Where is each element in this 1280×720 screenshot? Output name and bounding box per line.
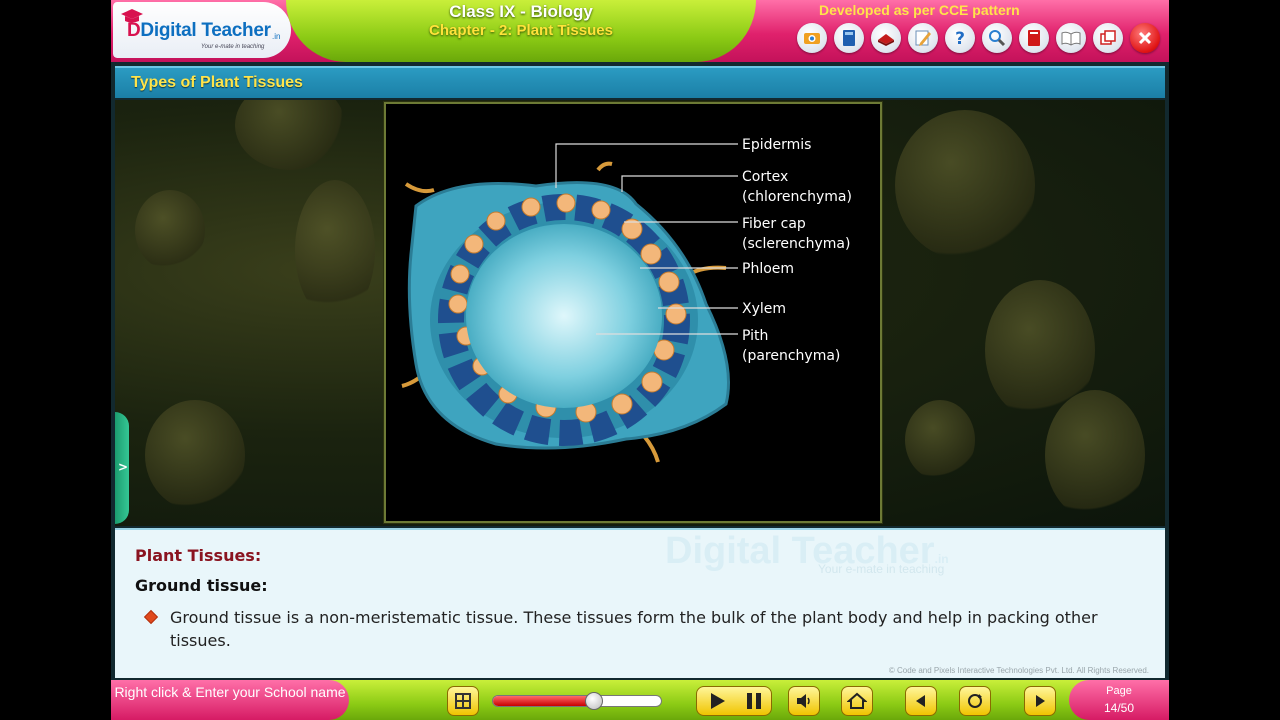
background-cell — [235, 100, 345, 170]
open-book-icon — [1061, 31, 1081, 46]
play-icon[interactable] — [699, 687, 737, 715]
label-pith-sub: (parenchyma) — [742, 348, 841, 364]
window-icon — [1100, 30, 1116, 45]
progress-knob[interactable] — [585, 692, 603, 710]
pencil-icon — [915, 30, 931, 46]
window-button[interactable] — [1093, 23, 1123, 53]
home-icon — [847, 692, 867, 709]
panel-subheading: Ground tissue: — [135, 576, 268, 595]
header-bar: DDigital Teacher .in Your e-mate in teac… — [111, 0, 1169, 62]
next-icon — [1036, 695, 1045, 707]
label-phloem: Phloem — [742, 261, 795, 277]
help-icon: ? — [955, 29, 965, 48]
next-button[interactable] — [1024, 686, 1056, 716]
previous-icon — [916, 695, 925, 707]
close-icon — [1138, 31, 1152, 45]
brand-logo: DDigital Teacher .in Your e-mate in teac… — [113, 2, 291, 58]
volume-button[interactable] — [788, 686, 820, 716]
close-button[interactable] — [1130, 23, 1160, 53]
book-icon — [843, 30, 855, 46]
section-bar: Types of Plant Tissues — [115, 66, 1165, 98]
list-icon — [455, 693, 471, 709]
footer-bar: Right click & Enter your School name Pag… — [111, 680, 1169, 720]
home-button[interactable] — [841, 686, 873, 716]
background-cell — [295, 180, 375, 320]
reader-button[interactable] — [1056, 23, 1086, 53]
label-cortex-sub: (chlorenchyma) — [742, 189, 852, 205]
stem-cross-section-figure: Epidermis Cortex (chlorenchyma) Fiber ca… — [384, 102, 882, 523]
help-button[interactable]: ? — [945, 23, 975, 53]
camera-button[interactable] — [797, 23, 827, 53]
label-cortex: Cortex — [742, 169, 789, 185]
camera-icon — [804, 33, 820, 44]
background-cell — [895, 110, 1035, 260]
course-title: Class IX - Biology — [449, 2, 593, 21]
watermark-tagline: Your e-mate in teaching — [818, 562, 945, 576]
page-indicator: Page 14/50 — [1069, 680, 1169, 720]
speaker-icon — [797, 694, 810, 708]
svg-text:?: ? — [955, 29, 965, 48]
background-cell — [145, 400, 245, 510]
label-fiber-cap-sub: (sclerenchyma) — [742, 236, 851, 252]
label-pith: Pith — [742, 328, 769, 344]
school-name-field[interactable]: Right click & Enter your School name — [111, 680, 349, 720]
side-tab-arrow: > — [118, 460, 129, 474]
search-icon — [989, 30, 1006, 47]
brand-suffix: .in — [272, 32, 281, 41]
label-xylem: Xylem — [742, 301, 787, 317]
label-fiber-cap: Fiber cap — [742, 216, 806, 232]
notes-button[interactable] — [871, 23, 901, 53]
brand-tagline: Your e-mate in teaching — [201, 44, 265, 50]
brand-name: DDigital Teacher — [127, 20, 271, 41]
book-button[interactable] — [834, 23, 864, 53]
header-toolbar: ? — [797, 23, 1160, 53]
pause-icon[interactable] — [737, 687, 771, 715]
background-cell — [905, 400, 975, 480]
bullet-icon — [143, 609, 159, 625]
title-band: Class IX - Biology Chapter - 2: Plant Ti… — [286, 0, 756, 62]
brand-text: Digital Teacher — [140, 20, 271, 41]
label-epidermis: Epidermis — [742, 137, 812, 153]
text-panel: Digital Teacher.in Your e-mate in teachi… — [115, 528, 1165, 678]
menu-button[interactable] — [447, 686, 479, 716]
copyright-text: © Code and Pixels Interactive Technologi… — [888, 666, 1149, 675]
search-button[interactable] — [982, 23, 1012, 53]
panel-heading: Plant Tissues: — [135, 546, 262, 565]
notes-icon — [878, 34, 894, 46]
background-cell — [1045, 390, 1145, 520]
app-window: DDigital Teacher .in Your e-mate in teac… — [111, 0, 1169, 720]
bookmark-icon — [1028, 30, 1040, 46]
side-panel-toggle[interactable]: > — [115, 412, 129, 524]
page-number: 14/50 — [1103, 701, 1135, 715]
play-pause-control — [696, 686, 772, 716]
edit-button[interactable] — [908, 23, 938, 53]
cce-note: Developed as per CCE pattern — [819, 2, 1020, 18]
previous-button[interactable] — [905, 686, 937, 716]
progress-fill — [493, 696, 594, 706]
replay-icon — [968, 694, 982, 708]
page-label: Page — [1106, 685, 1132, 697]
stem-diagram — [401, 143, 738, 463]
audio-progress-bar[interactable] — [492, 695, 662, 707]
bookmark-button[interactable] — [1019, 23, 1049, 53]
section-title: Types of Plant Tissues — [131, 74, 303, 91]
chapter-title: Chapter - 2: Plant Tissues — [429, 22, 613, 39]
panel-body-text: Ground tissue is a non-meristematic tiss… — [170, 608, 1098, 650]
replay-button[interactable] — [959, 686, 991, 716]
content-stage: > Epidermis Cortex (chlorenchyma) Fiber … — [115, 100, 1165, 526]
background-cell — [135, 190, 205, 270]
